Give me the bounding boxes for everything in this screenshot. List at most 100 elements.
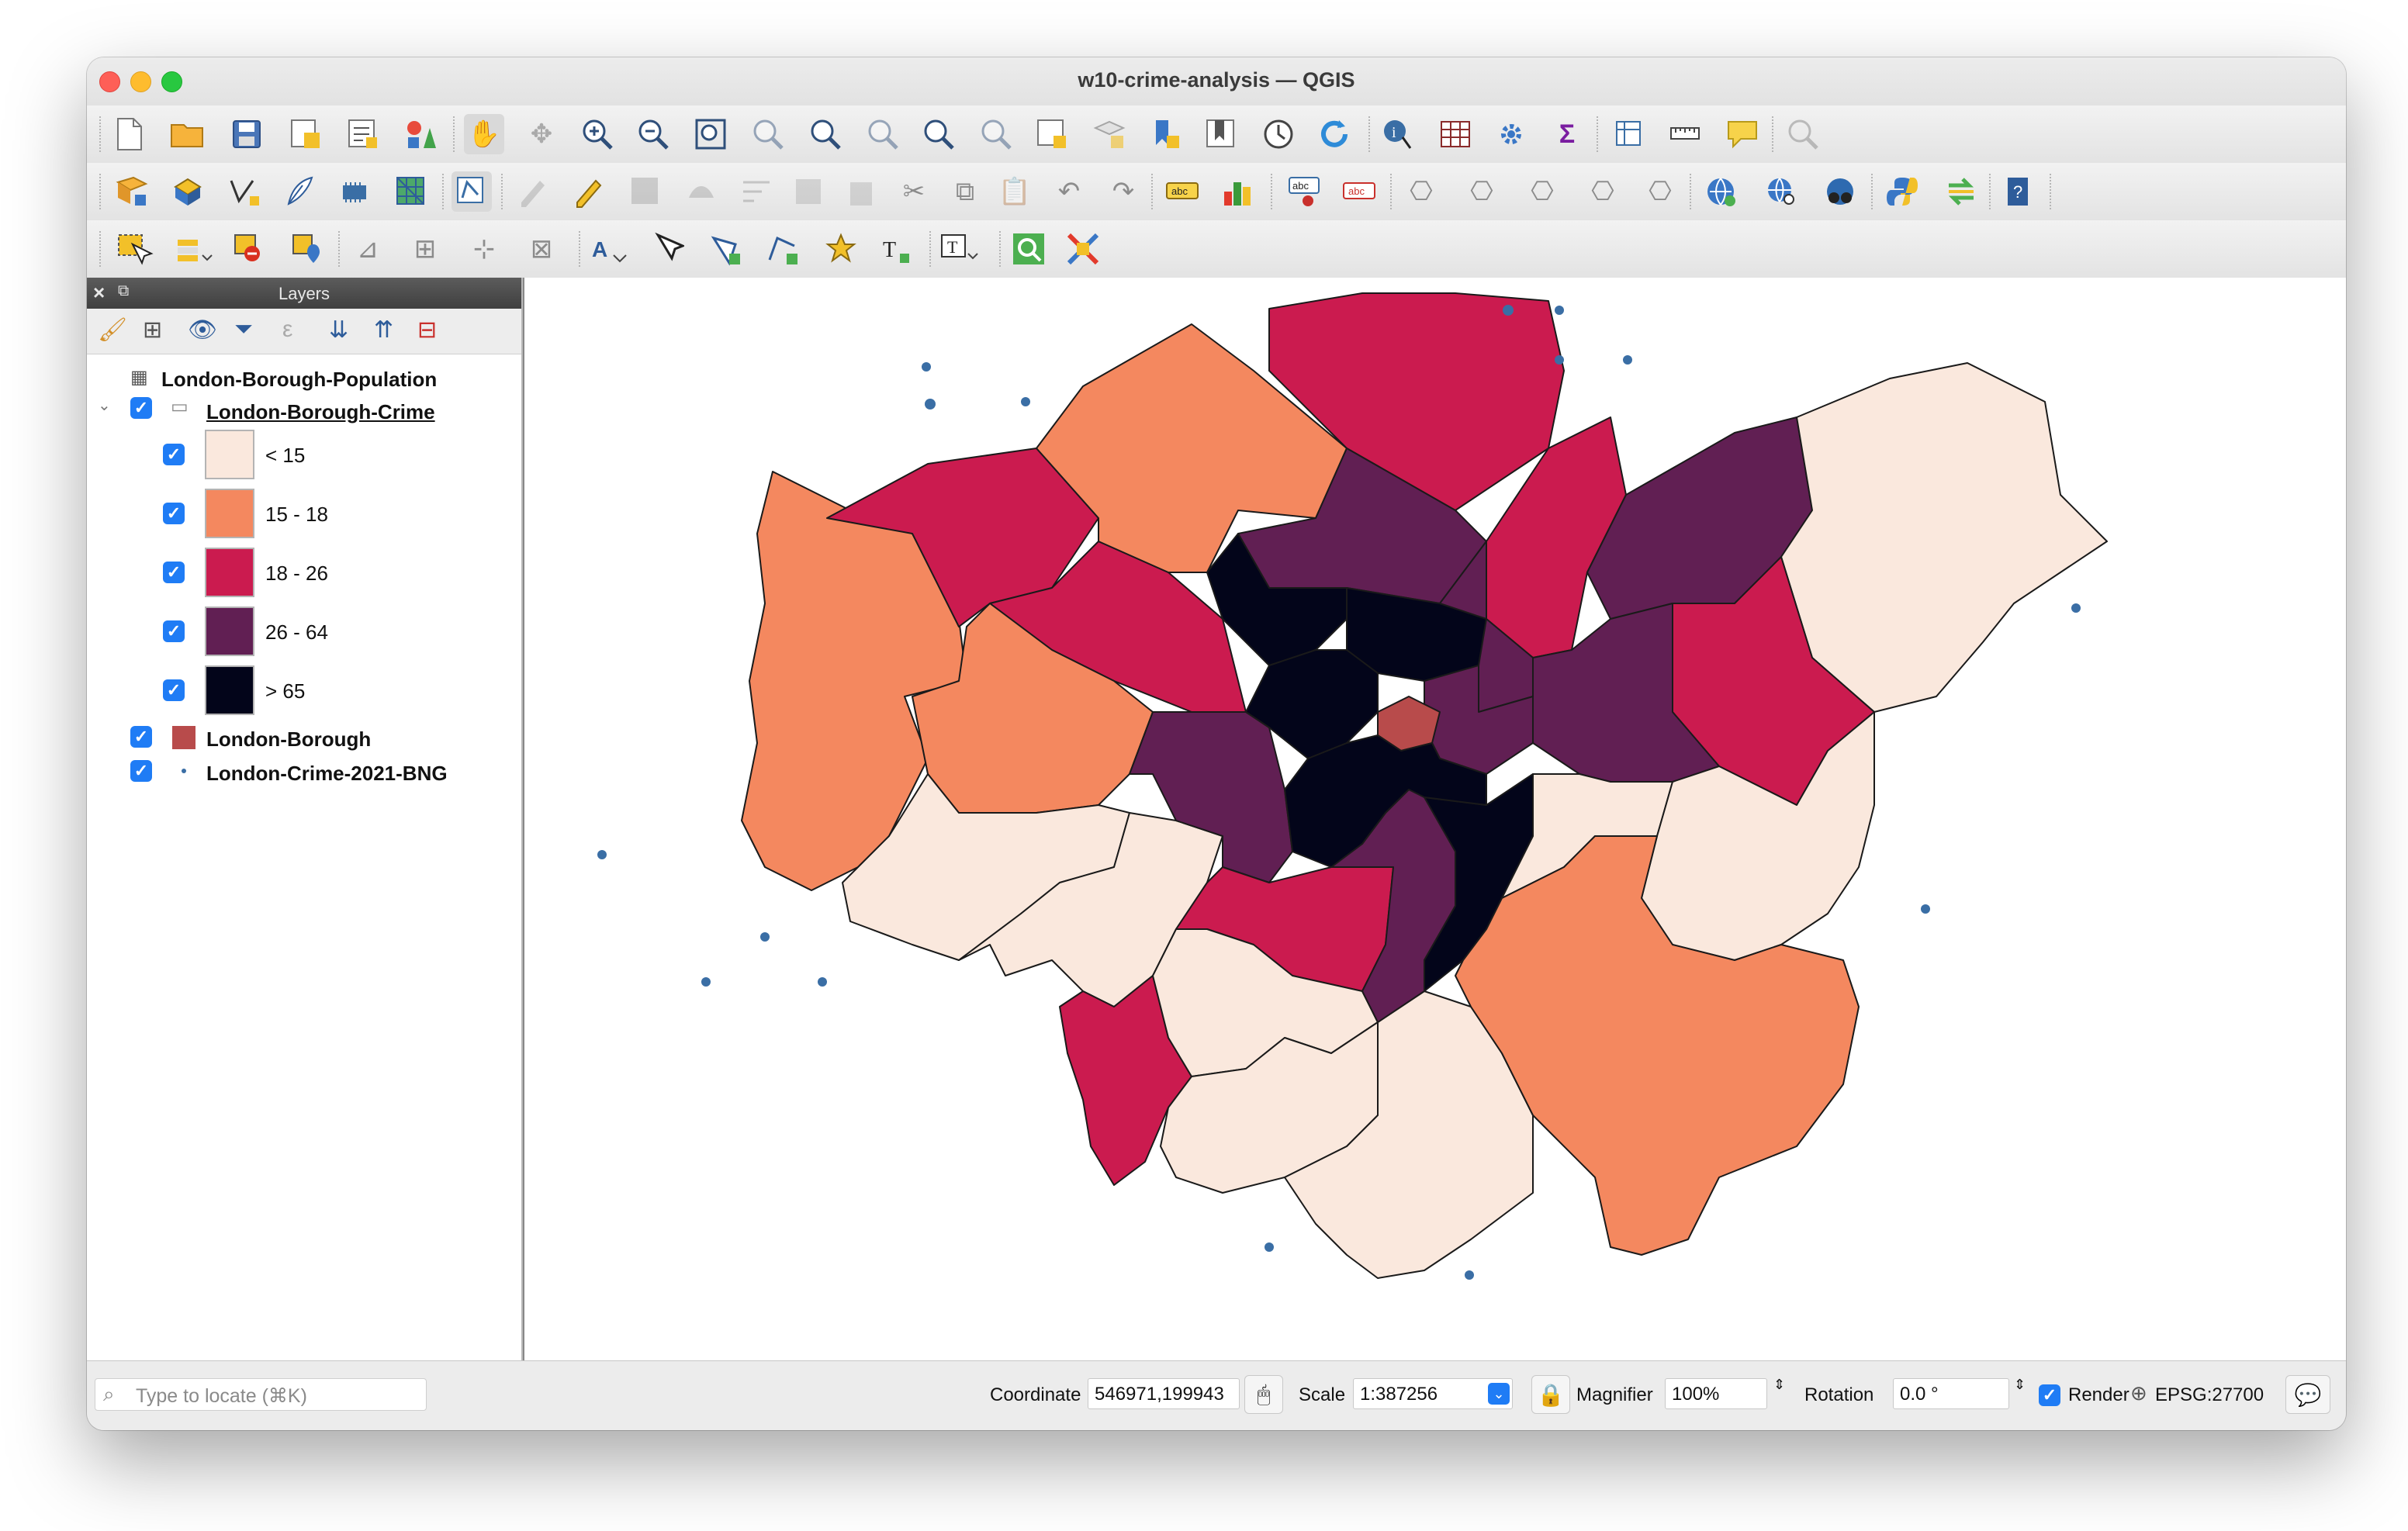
print-layout-icon[interactable]	[343, 114, 383, 154]
qgis-search-icon[interactable]	[1009, 229, 1049, 269]
new-geopackage-layer-icon[interactable]	[168, 171, 208, 212]
legend-class-checkbox-2[interactable]: ✓	[163, 503, 185, 524]
save-project-icon[interactable]	[227, 114, 267, 154]
refresh-icon[interactable]	[1314, 114, 1354, 154]
globe-search-icon-2[interactable]	[1761, 171, 1801, 212]
color-ramp-icon[interactable]	[1063, 229, 1103, 269]
select-annotation-icon[interactable]: ⊹	[464, 229, 504, 269]
temporal-controller-icon[interactable]	[1258, 114, 1299, 154]
map-tips-icon[interactable]	[1722, 114, 1763, 154]
crs-globe-icon[interactable]: ⊕	[2130, 1381, 2147, 1405]
add-marker-icon[interactable]	[821, 229, 861, 269]
render-checkbox[interactable]: ✓	[2039, 1384, 2060, 1406]
measure-icon[interactable]	[1666, 114, 1707, 154]
zoom-to-layer-icon[interactable]	[805, 114, 846, 154]
zoom-last-icon[interactable]	[919, 114, 959, 154]
open-layer-styling-icon[interactable]: 🖌	[98, 316, 127, 344]
python-console-icon[interactable]: ⎔	[1583, 171, 1623, 212]
new-3d-view-icon[interactable]	[1089, 114, 1130, 154]
copy-icon[interactable]: ✂	[894, 171, 934, 212]
redo-icon[interactable]: ↶	[1049, 171, 1089, 212]
lock-scale-icon[interactable]: 🔒	[1531, 1375, 1570, 1414]
text-annotation-icon[interactable]: ⊞	[405, 229, 445, 269]
open-field-calculator-icon[interactable]	[1611, 114, 1651, 154]
statistics-icon[interactable]: Σ	[1547, 114, 1587, 154]
zoom-native-icon[interactable]	[863, 114, 903, 154]
paste-icon[interactable]: ⧉	[945, 171, 985, 212]
expand-all-icon[interactable]: ⇊	[329, 316, 348, 344]
python-console-icon-2[interactable]	[1882, 171, 1922, 212]
save-as-icon[interactable]	[285, 114, 326, 154]
locator-search-field[interactable]: ⌕ Type to locate (⌘K)	[95, 1378, 427, 1411]
add-point-icon[interactable]	[762, 229, 802, 269]
delete-selected-icon[interactable]	[788, 171, 829, 212]
legend-class-checkbox-5[interactable]: ✓	[163, 679, 185, 701]
zoom-in-icon[interactable]	[577, 114, 618, 154]
new-virtual-layer-icon[interactable]	[335, 171, 375, 212]
remove-layer-icon[interactable]: ⊟	[417, 316, 437, 344]
zoom-to-selection-icon[interactable]	[748, 114, 788, 154]
collapse-all-icon[interactable]: ⇈	[374, 316, 393, 344]
scale-dropdown-icon[interactable]: ⌄	[1488, 1383, 1510, 1405]
coordinate-field[interactable]: 546971,199943	[1088, 1378, 1240, 1409]
layer-labeling-icon[interactable]	[1218, 171, 1258, 212]
metasearch-icon[interactable]: abc	[1339, 171, 1379, 212]
select-features-icon[interactable]	[115, 229, 155, 269]
legend-class-checkbox-4[interactable]: ✓	[163, 620, 185, 642]
legend-class-checkbox-1[interactable]: ✓	[163, 444, 185, 465]
zoom-out-icon[interactable]	[633, 114, 673, 154]
zoom-next-icon[interactable]	[976, 114, 1016, 154]
toggle-extents-icon[interactable]: 🖱	[1244, 1375, 1283, 1414]
magnifier-field[interactable]: 100%	[1665, 1378, 1767, 1409]
filter-by-expression-icon[interactable]: ε	[282, 316, 292, 343]
rotation-stepper-icon[interactable]: ⇕	[2014, 1377, 2026, 1393]
open-project-icon[interactable]	[168, 114, 208, 154]
layer-name-crime-points[interactable]: London-Crime-2021-BNG	[206, 762, 448, 786]
crs-value[interactable]: EPSG:27700	[2155, 1384, 2264, 1406]
add-group-icon[interactable]: ⊞	[143, 316, 162, 344]
pin-labels-icon[interactable]: abc	[1285, 171, 1325, 212]
plugin-icon[interactable]: ⎔	[1522, 171, 1562, 212]
rotation-field[interactable]: 0.0 °	[1893, 1378, 2009, 1409]
messages-icon[interactable]: 💬	[2285, 1375, 2330, 1414]
deselect-icon[interactable]	[231, 229, 272, 269]
web-globe-icon[interactable]: ⎔	[1401, 171, 1441, 212]
new-map-view-icon[interactable]	[1032, 114, 1072, 154]
new-mesh-layer-icon[interactable]	[391, 171, 431, 212]
add-polygon-icon[interactable]: ⊠	[521, 229, 562, 269]
new-bookmark-icon[interactable]	[1145, 114, 1185, 154]
attribute-table-icon[interactable]	[1435, 114, 1476, 154]
identify-icon[interactable]: i	[1378, 114, 1418, 154]
current-edits-icon[interactable]	[452, 171, 492, 212]
cut-icon[interactable]	[841, 171, 881, 212]
help-contents-icon[interactable]: ?	[1998, 171, 2039, 212]
map-canvas[interactable]	[523, 278, 2346, 1360]
layer-name-borough[interactable]: London-Borough	[206, 727, 371, 752]
layer-visibility-checkbox-crime[interactable]: ✓	[130, 397, 152, 419]
label-toolbar-icon[interactable]: ↷	[1103, 171, 1143, 212]
add-line-icon[interactable]	[704, 229, 745, 269]
style-manager-icon[interactable]	[400, 114, 441, 154]
legend-class-checkbox-3[interactable]: ✓	[163, 562, 185, 583]
show-bookmarks-icon[interactable]	[1201, 114, 1241, 154]
processing-toolbox-icon[interactable]	[1491, 114, 1531, 154]
data-source-manager-icon[interactable]	[112, 171, 152, 212]
select-by-location-icon[interactable]	[287, 229, 327, 269]
sync-icon[interactable]: ⎔	[1640, 171, 1680, 212]
new-project-icon[interactable]	[109, 114, 149, 154]
digitize-vertex-icon[interactable]	[223, 171, 264, 212]
pan-to-selection-icon[interactable]: ✥	[521, 114, 562, 154]
zoom-full-icon[interactable]	[690, 114, 731, 154]
text-format-icon[interactable]: T	[877, 229, 917, 269]
pan-icon[interactable]: ✋	[464, 114, 504, 154]
metasearch-globe-icon[interactable]	[1820, 171, 1860, 212]
layer-visibility-checkbox-crime-points[interactable]: ✓	[130, 760, 152, 782]
add-feature-icon[interactable]	[625, 171, 666, 212]
text-annotation-tool-icon[interactable]: T	[940, 229, 981, 269]
vertex-tool-icon[interactable]	[681, 171, 721, 212]
add-text-icon[interactable]: A	[590, 229, 630, 269]
london-choropleth-map[interactable]	[524, 278, 2346, 1360]
filter-legend-icon[interactable]: ⏷	[234, 316, 253, 343]
spatial-bookmark-icon[interactable]	[1783, 114, 1823, 154]
georeferencer-icon[interactable]	[279, 171, 320, 212]
